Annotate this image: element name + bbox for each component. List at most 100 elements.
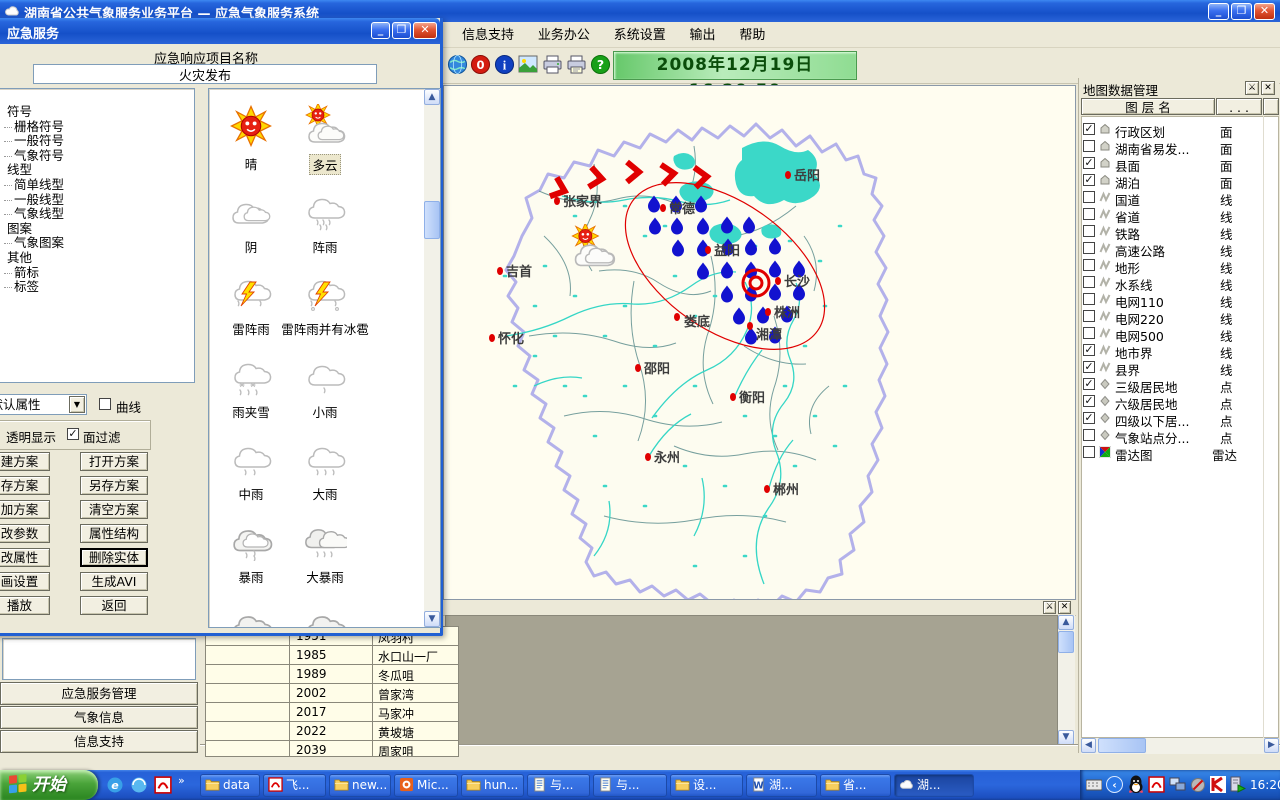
curve-checkbox[interactable] bbox=[99, 398, 111, 410]
animation-settings-button[interactable]: 画设置 bbox=[0, 572, 50, 591]
layer-row[interactable]: 国道线 bbox=[1080, 189, 1276, 206]
info-icon[interactable]: i bbox=[494, 54, 515, 75]
layer-checkbox[interactable] bbox=[1083, 191, 1095, 203]
close-icon[interactable]: ✕ bbox=[1058, 601, 1071, 614]
layer-checkbox[interactable] bbox=[1083, 310, 1095, 322]
layer-row[interactable]: 铁路线 bbox=[1080, 223, 1276, 240]
tray-app-red-icon[interactable] bbox=[1148, 776, 1165, 793]
layer-checkbox[interactable] bbox=[1083, 140, 1095, 152]
taskbar-task-active[interactable]: 湖... bbox=[894, 774, 974, 797]
menu-info-support[interactable]: 信息支持 bbox=[452, 23, 524, 49]
menu-business[interactable]: 业务办公 bbox=[528, 23, 600, 49]
ie-icon[interactable]: e bbox=[106, 776, 124, 794]
play-button[interactable]: 播放 bbox=[0, 596, 50, 615]
tree-item[interactable]: 箭标 bbox=[4, 262, 194, 277]
layer-checkbox[interactable]: ✓ bbox=[1083, 378, 1095, 390]
layer-checkbox[interactable] bbox=[1083, 225, 1095, 237]
layer-checkbox[interactable]: ✓ bbox=[1083, 412, 1095, 424]
tree-item[interactable]: 气象符号 bbox=[4, 145, 194, 160]
generate-avi-button[interactable]: 生成AVI bbox=[80, 572, 148, 591]
close-button[interactable]: ✕ bbox=[1254, 3, 1275, 20]
layer-row[interactable]: ✓行政区划面 bbox=[1080, 121, 1276, 138]
layer-checkbox[interactable] bbox=[1083, 327, 1095, 339]
layer-checkbox[interactable]: ✓ bbox=[1083, 174, 1095, 186]
image-icon[interactable] bbox=[518, 55, 538, 73]
taskbar-task[interactable]: hun... bbox=[461, 774, 524, 797]
taskbar-task[interactable]: 省... bbox=[820, 774, 891, 797]
table-row[interactable]: 1989冬瓜咀 bbox=[206, 665, 458, 684]
layer-checkbox[interactable] bbox=[1083, 429, 1095, 441]
edit-attr-button[interactable]: 改属性 bbox=[0, 548, 50, 567]
browser-icon[interactable] bbox=[130, 776, 148, 794]
tree-item[interactable]: 气象图案 bbox=[4, 232, 194, 247]
table-row[interactable]: 2002曾家湾 bbox=[206, 684, 458, 703]
layer-checkbox[interactable]: ✓ bbox=[1083, 395, 1095, 407]
layer-row[interactable]: 水系线线 bbox=[1080, 274, 1276, 291]
symbol-tree-panel[interactable]: 符号 栅格符号 一般符号 气象符号 线型 简单线型 一般线型 气象线型 图案 气… bbox=[0, 88, 195, 383]
weather-symbol-item[interactable]: 大雨 bbox=[277, 434, 373, 503]
language-bar-icon[interactable]: ‹ bbox=[1106, 776, 1123, 793]
start-button[interactable]: 开始 bbox=[0, 770, 98, 800]
new-plan-button[interactable]: 建方案 bbox=[0, 452, 50, 471]
table-row[interactable]: 2039周家咀 bbox=[206, 741, 458, 757]
delete-entity-button[interactable]: 删除实体 bbox=[80, 548, 148, 567]
layer-row[interactable]: 电网110线 bbox=[1080, 291, 1276, 308]
face-filter-checkbox[interactable]: ✓ bbox=[67, 428, 79, 440]
network-icon[interactable] bbox=[1169, 777, 1186, 792]
layers-h-scrollbar[interactable]: ◀ ▶ bbox=[1081, 738, 1279, 754]
station-table[interactable]: 1951凤羽村 1985水口山一厂 1989冬瓜咀 2002曾家湾 2017马家… bbox=[205, 626, 459, 757]
tree-item[interactable]: 栅格符号 bbox=[4, 116, 194, 131]
return-button[interactable]: 返回 bbox=[80, 596, 148, 615]
project-name-input[interactable] bbox=[33, 64, 377, 84]
scroll-up-icon[interactable]: ▲ bbox=[1058, 615, 1074, 630]
app-red-icon[interactable] bbox=[154, 776, 172, 794]
scroll-left-icon[interactable]: ◀ bbox=[1081, 738, 1096, 753]
taskbar-task[interactable]: 与... bbox=[593, 774, 667, 797]
tree-item[interactable]: 一般符号 bbox=[4, 130, 194, 145]
taskbar-task[interactable]: 飞... bbox=[263, 774, 326, 797]
table-row[interactable]: 1985水口山一厂 bbox=[206, 646, 458, 665]
weather-symbol-item[interactable]: 阵雨 bbox=[277, 187, 373, 256]
disconnected-icon[interactable] bbox=[1190, 777, 1206, 793]
map-panel[interactable]: 岳阳 张家界 常德 益阳 长沙 吉首 娄底 株洲 湘潭 怀化 邵阳 衡阳 永州 … bbox=[443, 85, 1076, 600]
save-as-plan-button[interactable]: 另存方案 bbox=[80, 476, 148, 495]
layer-row[interactable]: 高速公路线 bbox=[1080, 240, 1276, 257]
taskbar-task[interactable]: data bbox=[200, 774, 260, 797]
weather-symbol-item[interactable]: 大暴雨 bbox=[277, 517, 373, 586]
weather-symbol-item[interactable]: 多云 bbox=[277, 104, 373, 175]
tree-group[interactable]: 符号 bbox=[7, 101, 194, 116]
layer-checkbox[interactable] bbox=[1083, 293, 1095, 305]
taskbar-task[interactable]: new... bbox=[329, 774, 391, 797]
symbols-scrollbar[interactable]: ▲ ▼ bbox=[424, 89, 441, 627]
column-header-partial[interactable] bbox=[1263, 98, 1279, 115]
table-row[interactable]: 2017马家冲 bbox=[206, 703, 458, 722]
scrollbar-thumb[interactable] bbox=[424, 201, 440, 239]
layer-checkbox[interactable]: ✓ bbox=[1083, 123, 1095, 135]
layer-row[interactable]: ✓四级以下居...点 bbox=[1080, 410, 1276, 427]
tree-item[interactable]: 简单线型 bbox=[4, 174, 194, 189]
weather-symbol-item[interactable] bbox=[277, 601, 373, 628]
dialog-title-bar[interactable]: 应急服务 _ ❐ ✕ bbox=[0, 18, 440, 44]
scrollbar-thumb[interactable] bbox=[1058, 631, 1074, 653]
taskbar-task[interactable]: Mic... bbox=[394, 774, 458, 797]
close-button[interactable]: ✕ bbox=[413, 22, 437, 39]
weather-info-button[interactable]: 气象信息 bbox=[0, 706, 198, 729]
stop-icon[interactable]: 0 bbox=[470, 54, 491, 75]
print-icon[interactable] bbox=[542, 55, 563, 74]
edit-params-button[interactable]: 改参数 bbox=[0, 524, 50, 543]
menu-help[interactable]: 帮助 bbox=[729, 23, 775, 49]
layer-row[interactable]: 省道线 bbox=[1080, 206, 1276, 223]
column-header-layer-name[interactable]: 图 层 名 bbox=[1081, 98, 1215, 115]
print-preview-icon[interactable] bbox=[566, 55, 587, 74]
taskbar-task[interactable]: 设... bbox=[670, 774, 743, 797]
server-icon[interactable] bbox=[1230, 776, 1246, 793]
tray-clock[interactable]: 16:20 bbox=[1250, 778, 1280, 792]
layer-checkbox[interactable]: ✓ bbox=[1083, 361, 1095, 373]
layer-checkbox[interactable] bbox=[1083, 242, 1095, 254]
layer-row[interactable]: ✓湖泊面 bbox=[1080, 172, 1276, 189]
info-support-button[interactable]: 信息支持 bbox=[0, 730, 198, 753]
menu-system-settings[interactable]: 系统设置 bbox=[604, 23, 676, 49]
default-attr-combo[interactable]: 改默认属性 ▼ bbox=[0, 394, 87, 415]
layer-row[interactable]: 电网500线 bbox=[1080, 325, 1276, 342]
table-row[interactable]: 2022黄坡塘 bbox=[206, 722, 458, 741]
